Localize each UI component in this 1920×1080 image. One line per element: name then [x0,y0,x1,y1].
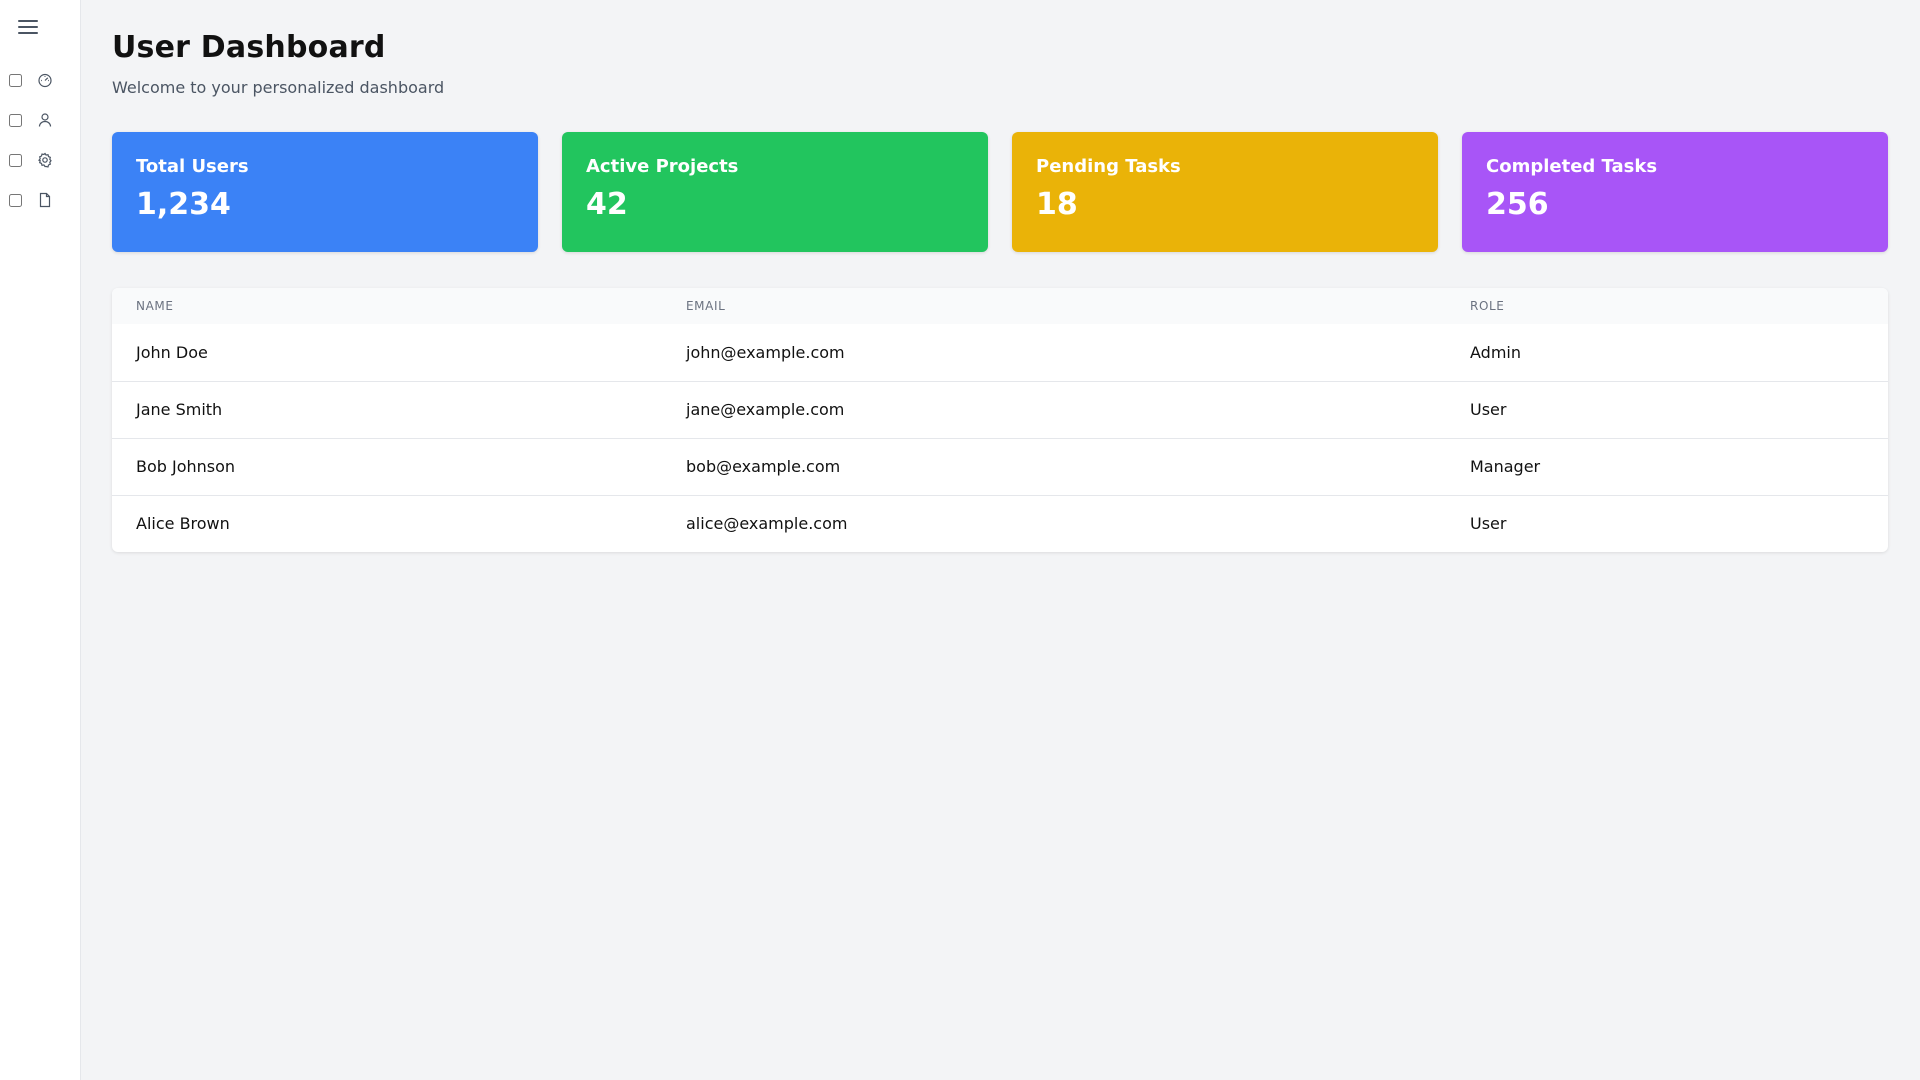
sidebar-item-users-checkbox[interactable] [9,113,22,127]
app-root: User Dashboard Welcome to your personali… [0,0,1920,1080]
stats-cards: Total Users 1,234 Active Projects 42 Pen… [112,132,1888,252]
user-icon [37,112,53,128]
cell-name: Jane Smith [136,400,223,419]
cell-email: bob@example.com [686,457,841,476]
page-subtitle: Welcome to your personalized dashboard [112,78,445,97]
sidebar-item-settings-checkbox[interactable] [9,153,22,167]
page-title: User Dashboard [112,30,386,65]
stat-card-value: 256 [1486,187,1549,222]
cell-email: alice@example.com [686,514,848,534]
sidebar-item-settings[interactable] [0,144,80,176]
table-row[interactable]: John Doe john@example.com Admin [112,324,1888,381]
main-content: User Dashboard Welcome to your personali… [81,0,1920,1080]
table-row[interactable]: Jane Smith jane@example.com User [112,381,1888,438]
table-row[interactable]: Bob Johnson bob@example.com Manager [112,438,1888,495]
table-header: NAME EMAIL ROLE [112,288,1888,324]
table-header-row: NAME EMAIL ROLE [112,288,1888,324]
stat-card-active-projects: Active Projects 42 [562,132,988,252]
sidebar-item-dashboard[interactable] [0,64,80,96]
sidebar-item-documents-checkbox[interactable] [9,193,22,207]
cell-name: John Doe [136,342,208,362]
dashboard-gauge-icon [37,72,53,88]
users-table: NAME EMAIL ROLE John Doe john@example.co… [112,288,1888,552]
stat-card-completed-tasks: Completed Tasks 256 [1462,132,1888,252]
hamburger-menu-button[interactable] [14,16,42,40]
cell-name: Bob Johnson [136,457,236,476]
stat-card-label: Pending Tasks [1036,156,1181,177]
cell-name: Alice Brown [136,514,230,534]
stat-card-value: 1,234 [136,187,231,222]
hamburger-menu-icon [17,18,39,39]
stat-card-label: Total Users [136,156,249,177]
sidebar-item-users[interactable] [0,104,80,136]
column-header-name[interactable]: NAME [112,288,662,324]
stat-card-value: 42 [586,187,628,222]
stat-card-label: Completed Tasks [1486,156,1658,177]
sidebar-item-documents[interactable] [0,184,80,216]
column-header-role[interactable]: ROLE [1446,288,1888,324]
stat-card-value: 18 [1036,187,1078,222]
column-header-email[interactable]: EMAIL [662,288,1446,324]
cell-role: Admin [1470,342,1521,362]
stat-card-total-users: Total Users 1,234 [112,132,538,252]
cell-role: User [1470,400,1507,419]
table-row[interactable]: Alice Brown alice@example.com User [112,495,1888,552]
stat-card-pending-tasks: Pending Tasks 18 [1012,132,1438,252]
sidebar-item-dashboard-checkbox[interactable] [9,73,22,87]
cell-role: Manager [1470,457,1541,476]
cell-email: jane@example.com [686,400,845,419]
users-table-container: NAME EMAIL ROLE John Doe john@example.co… [112,288,1888,552]
cell-role: User [1470,514,1507,534]
cell-email: john@example.com [686,342,845,362]
table-body: John Doe john@example.com Admin Jane Smi… [112,324,1888,552]
document-icon [37,192,53,208]
gear-icon [37,152,53,168]
sidebar [0,0,81,1080]
stat-card-label: Active Projects [586,156,739,177]
